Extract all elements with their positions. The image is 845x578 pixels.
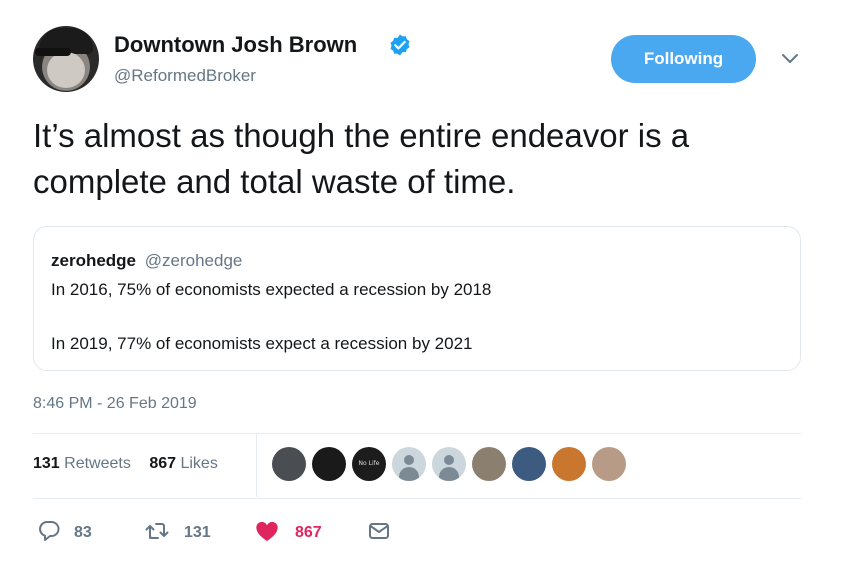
retweets-count: 131 xyxy=(33,455,60,472)
following-button[interactable]: Following xyxy=(611,35,756,83)
author-display-name[interactable]: Downtown Josh Brown xyxy=(114,32,357,58)
reply-icon[interactable] xyxy=(36,518,62,544)
quoted-tweet-line: In 2019, 77% of economists expect a rece… xyxy=(51,334,473,353)
like-count: 867 xyxy=(295,524,322,541)
mail-icon[interactable] xyxy=(366,518,392,544)
liker-avatar[interactable] xyxy=(552,447,586,481)
heart-icon[interactable] xyxy=(254,518,280,544)
retweets-stat[interactable]: 131 Retweets xyxy=(33,455,131,472)
avatar-face xyxy=(47,52,85,88)
likes-stat[interactable]: 867 Likes xyxy=(149,455,218,472)
verified-badge-icon xyxy=(390,34,410,56)
retweet-count: 131 xyxy=(184,524,211,541)
quoted-tweet-card[interactable]: zerohedge @zerohedge In 2016, 75% of eco… xyxy=(33,226,801,371)
avatar-cap-brim xyxy=(35,48,71,56)
quoted-tweet-author-handle: @zerohedge xyxy=(144,251,243,270)
liker-avatar[interactable] xyxy=(312,447,346,481)
retweet-icon[interactable] xyxy=(144,518,170,544)
author-avatar[interactable] xyxy=(33,26,99,92)
retweets-label: Retweets xyxy=(64,455,131,472)
quoted-tweet-line: In 2016, 75% of economists expected a re… xyxy=(51,280,492,299)
likes-count: 867 xyxy=(149,455,177,472)
tweet-text: It’s almost as though the entire endeavo… xyxy=(33,113,823,205)
liker-avatar[interactable]: No Life xyxy=(352,447,386,481)
divider xyxy=(33,498,801,499)
quoted-tweet-header: zerohedge @zerohedge xyxy=(51,251,242,271)
tweet-stats: 131 Retweets 867 Likes xyxy=(33,455,218,473)
liker-avatar[interactable] xyxy=(512,447,546,481)
reply-count: 83 xyxy=(74,524,92,541)
tweet-timestamp[interactable]: 8:46 PM - 26 Feb 2019 xyxy=(33,395,197,413)
chevron-down-icon[interactable] xyxy=(780,52,800,66)
liker-avatar[interactable] xyxy=(272,447,306,481)
liker-avatar[interactable] xyxy=(592,447,626,481)
divider xyxy=(33,433,801,434)
quoted-tweet-author-name: zerohedge xyxy=(51,251,137,270)
liker-avatar[interactable] xyxy=(432,447,466,481)
likes-label: Likes xyxy=(180,455,218,472)
liker-avatar[interactable] xyxy=(472,447,506,481)
tweet-text-line: It’s almost as though the entire endeavo… xyxy=(33,117,690,154)
liker-avatar[interactable] xyxy=(392,447,426,481)
tweet-text-line: complete and total waste of time. xyxy=(33,163,516,200)
author-handle[interactable]: @ReformedBroker xyxy=(114,66,256,86)
stats-divider xyxy=(256,434,257,497)
